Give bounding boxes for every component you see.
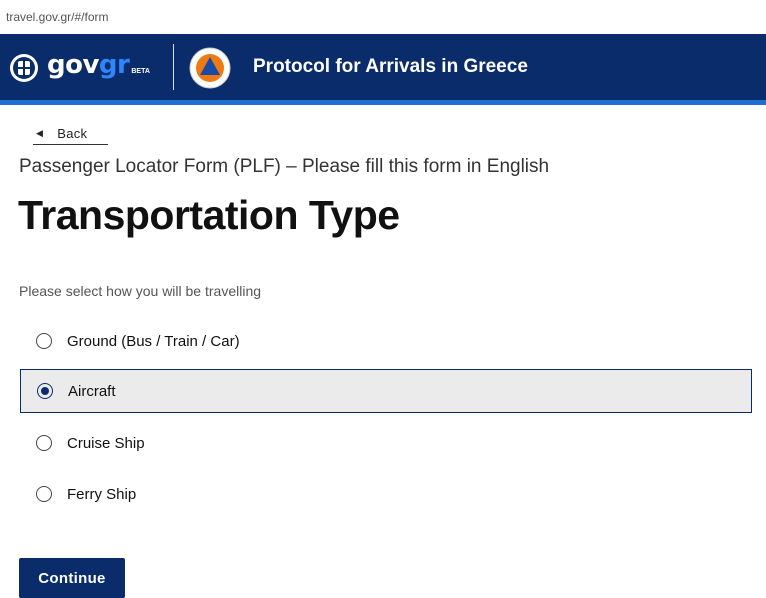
radio-option-ferry-ship[interactable]: Ferry Ship xyxy=(20,472,752,516)
radio-button[interactable] xyxy=(36,333,52,349)
header-title: Protocol for Arrivals in Greece xyxy=(253,56,528,77)
radio-option-ground[interactable]: Ground (Bus / Train / Car) xyxy=(20,319,752,363)
option-label: Cruise Ship xyxy=(67,434,145,452)
radio-button[interactable] xyxy=(37,383,53,399)
back-label: Back xyxy=(57,125,88,141)
form-hint: Please select how you will be travelling xyxy=(19,283,262,299)
radio-option-aircraft[interactable]: Aircraft xyxy=(20,369,752,413)
brand-gr: gr xyxy=(98,50,130,80)
brand-gov: gov xyxy=(47,50,99,80)
radio-button[interactable] xyxy=(36,435,52,451)
radio-selected-dot xyxy=(41,387,49,395)
page-title: Transportation Type xyxy=(18,192,400,238)
header-divider xyxy=(173,44,174,90)
url-text[interactable]: travel.gov.gr/#/form xyxy=(6,10,108,24)
header-accent-bar xyxy=(0,100,766,105)
back-underline xyxy=(33,144,108,145)
browser-url-bar: travel.gov.gr/#/form xyxy=(0,0,766,34)
option-label: Ground (Bus / Train / Car) xyxy=(67,332,240,350)
brand-beta: BETA xyxy=(131,68,150,75)
form-subtitle: Passenger Locator Form (PLF) – Please fi… xyxy=(19,156,550,177)
greek-emblem-icon xyxy=(10,54,38,82)
option-label: Aircraft xyxy=(68,382,116,400)
continue-button[interactable]: Continue xyxy=(19,558,125,598)
triangle-left-icon: ◀ xyxy=(36,127,44,138)
back-link[interactable]: ◀ Back xyxy=(33,120,108,146)
site-header: gov gr BETA Protocol for Arrivals in Gre… xyxy=(0,34,766,100)
govgr-logo[interactable]: gov gr BETA xyxy=(47,50,150,84)
radio-option-cruise-ship[interactable]: Cruise Ship xyxy=(20,421,752,465)
option-label: Ferry Ship xyxy=(67,485,137,503)
radio-button[interactable] xyxy=(36,486,52,502)
civil-protection-logo xyxy=(189,47,231,89)
